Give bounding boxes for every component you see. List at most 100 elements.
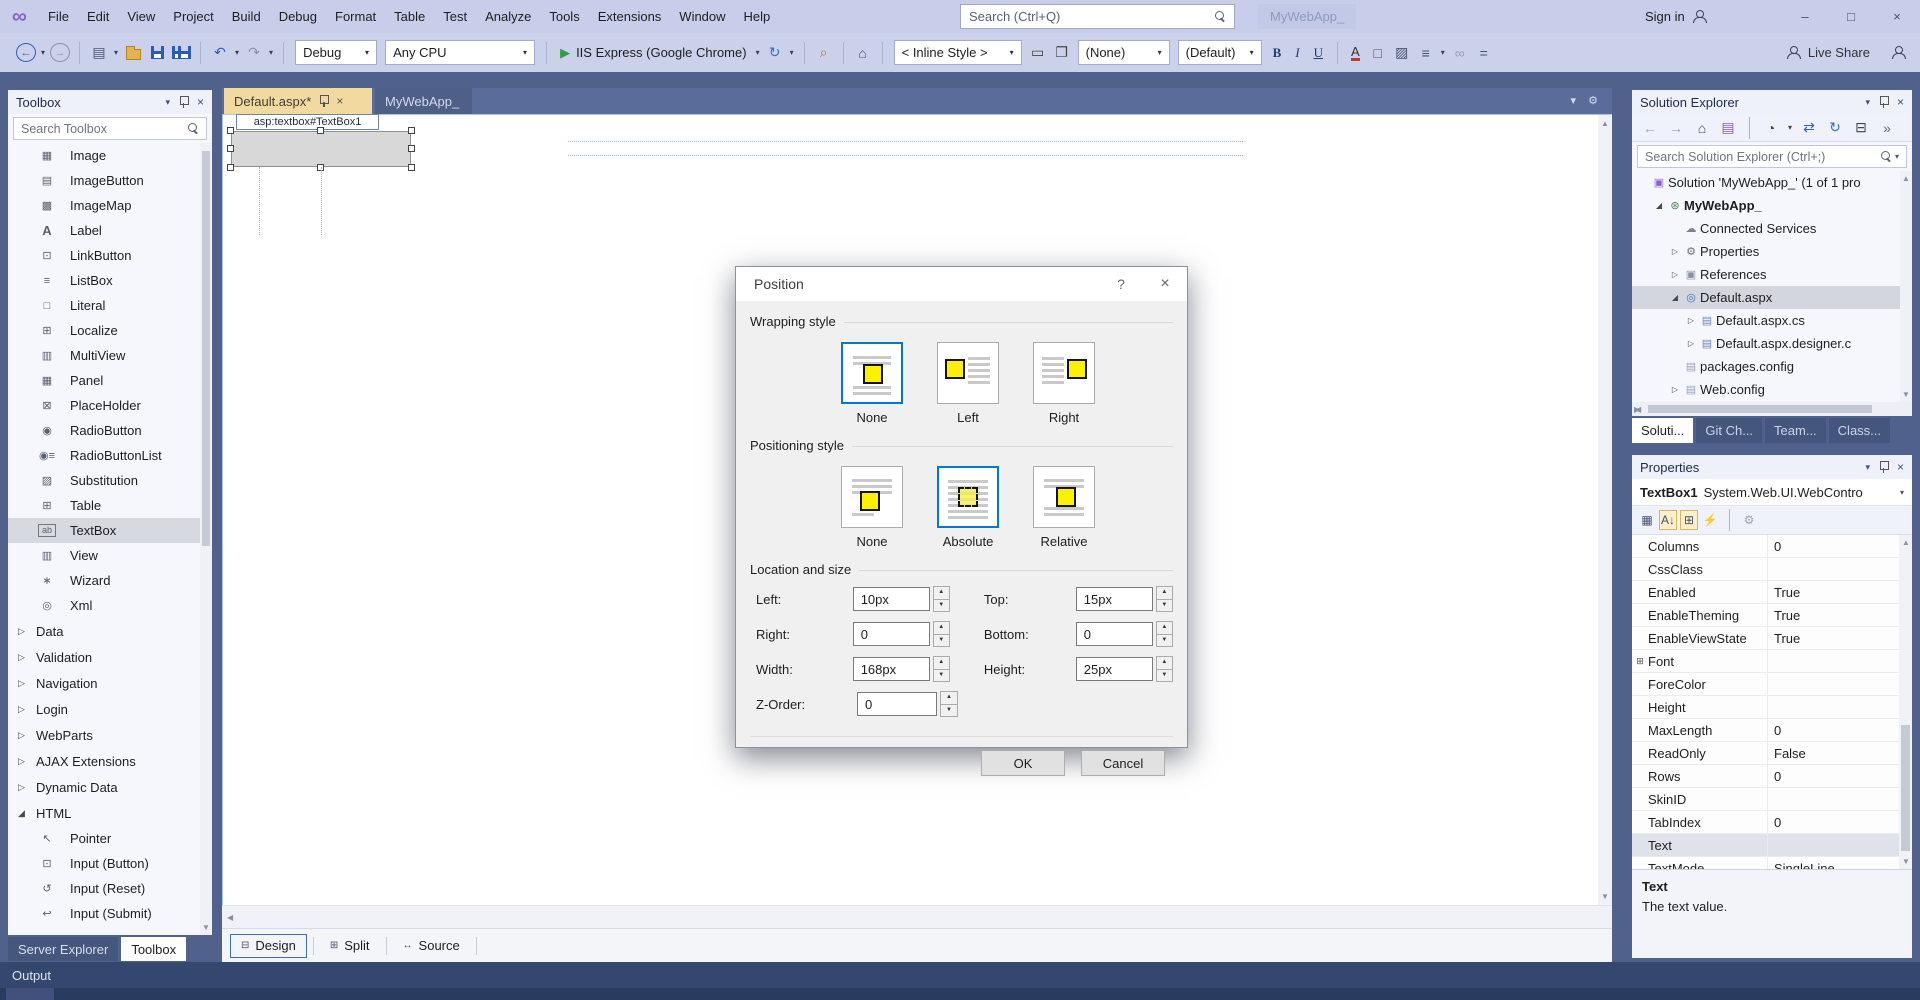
scroll-right-icon[interactable]: ▶	[1634, 405, 1909, 414]
scroll-down-icon[interactable]: ▼	[202, 923, 210, 932]
nav-forward-icon[interactable]: →	[50, 43, 70, 62]
toolbox-group-data[interactable]: ▷Data	[8, 618, 212, 644]
menu-extensions[interactable]: Extensions	[589, 0, 671, 33]
spin-up-icon[interactable]: ▲	[933, 656, 950, 670]
height-spinner[interactable]: ▲▼	[1156, 656, 1173, 682]
toolbox-item-input-button-[interactable]: ⊡Input (Button)	[8, 851, 212, 876]
spin-down-icon[interactable]: ▼	[1156, 670, 1173, 683]
abs-pos-tile[interactable]	[937, 466, 999, 528]
toolbox-item-imagebutton[interactable]: ▤ImageButton	[8, 168, 212, 193]
view-tab-split[interactable]: ⊞Split	[320, 934, 380, 958]
restore-button[interactable]: □	[1828, 0, 1874, 33]
toolbox-item-view[interactable]: ▥View	[8, 543, 212, 568]
chevron-collapsed-icon[interactable]: ▷	[1684, 339, 1698, 348]
option-absolute[interactable]: Absolute	[936, 466, 1000, 549]
toolbox-item-wizard[interactable]: ∗Wizard	[8, 568, 212, 593]
live-share-button[interactable]: Live Share	[1787, 33, 1870, 72]
scroll-up-icon[interactable]: ▲	[1601, 119, 1609, 128]
dock-tab-git-ch-[interactable]: Git Ch...	[1696, 418, 1762, 443]
zorder-spinner[interactable]: ▲▼	[940, 691, 958, 717]
chevron-expanded-icon[interactable]: ◢	[1668, 293, 1682, 302]
output-window-header[interactable]: Output	[0, 962, 1920, 988]
property-value[interactable]: True	[1767, 581, 1912, 603]
open-file-icon[interactable]	[123, 41, 143, 65]
spin-down-icon[interactable]: ▼	[933, 670, 950, 683]
toolbox-item-input-submit-[interactable]: ↩Input (Submit)	[8, 901, 212, 926]
chevron-collapsed-icon[interactable]: ▷	[1668, 247, 1682, 256]
menu-help[interactable]: Help	[735, 0, 780, 33]
font-size-combo[interactable]: (Default)▾	[1178, 40, 1262, 65]
property-row-columns[interactable]: Columns0	[1632, 535, 1912, 558]
spin-up-icon[interactable]: ▲	[940, 691, 958, 705]
bottom-spinner[interactable]: ▲▼	[1156, 621, 1173, 647]
tree-item-default-aspx[interactable]: ◢◎Default.aspx	[1632, 286, 1912, 309]
toolbox-item-label[interactable]: ALabel	[8, 218, 212, 243]
pin-icon[interactable]	[1879, 461, 1888, 473]
font-family-combo[interactable]: (None)▾	[1078, 40, 1170, 65]
spin-up-icon[interactable]: ▲	[1156, 586, 1173, 600]
menu-window[interactable]: Window	[670, 0, 734, 33]
menu-table[interactable]: Table	[385, 0, 434, 33]
tree-item-default-aspx-designer-c[interactable]: ▷▤Default.aspx.designer.c	[1632, 332, 1912, 355]
toolbox-item-imagemap[interactable]: ▩ImageMap	[8, 193, 212, 218]
view-tab-source[interactable]: ↔Source	[393, 934, 470, 958]
save-icon[interactable]	[147, 41, 167, 65]
toolbox-group-ajax-extensions[interactable]: ▷AJAX Extensions	[8, 748, 212, 774]
toolbox-item-textbox[interactable]: abTextBox	[8, 518, 212, 543]
menu-project[interactable]: Project	[164, 0, 222, 33]
spin-down-icon[interactable]: ▼	[933, 635, 950, 648]
none-pos-tile[interactable]	[841, 466, 903, 528]
save-all-icon[interactable]	[171, 41, 191, 65]
window-position-icon[interactable]: ▾	[1865, 97, 1870, 108]
toolbox-item-image[interactable]: ▦Image	[8, 143, 212, 168]
refresh-icon[interactable]: ↻	[1825, 116, 1845, 140]
platform-combo[interactable]: Any CPU▾	[385, 40, 535, 65]
left-input[interactable]: 10px	[853, 587, 930, 611]
tree-item-mywebapp[interactable]: ◢⊛MyWebApp_	[1632, 194, 1912, 217]
categorized-icon[interactable]: ▦	[1638, 510, 1656, 530]
property-row-forecolor[interactable]: ForeColor	[1632, 673, 1912, 696]
property-value[interactable]: 0	[1767, 719, 1912, 741]
feedback-button[interactable]	[1892, 33, 1906, 72]
tree-item-default-aspx-cs[interactable]: ▷▤Default.aspx.cs	[1632, 309, 1912, 332]
switch-views-icon[interactable]: ▤	[1718, 116, 1738, 140]
css-style-combo[interactable]: < Inline Style >▾	[894, 40, 1022, 65]
spin-up-icon[interactable]: ▲	[1156, 656, 1173, 670]
property-value[interactable]: True	[1767, 627, 1912, 649]
underline-button[interactable]: U	[1314, 45, 1323, 61]
toolbox-item-input-reset-[interactable]: ↺Input (Reset)	[8, 876, 212, 901]
dock-tab-class-[interactable]: Class...	[1829, 418, 1890, 443]
right-input[interactable]: 0	[853, 622, 930, 646]
font-color-button[interactable]: A	[1351, 45, 1360, 61]
dropdown-caret-icon[interactable]: ▾	[235, 48, 239, 57]
browser-home-icon[interactable]: ⌂	[853, 41, 873, 65]
chevron-expanded-icon[interactable]: ◢	[1652, 201, 1666, 210]
property-row-enableviewstate[interactable]: EnableViewStateTrue	[1632, 627, 1912, 650]
toolbox-item-literal[interactable]: □Literal	[8, 293, 212, 318]
sign-in-button[interactable]: Sign in	[1645, 0, 1707, 33]
dropdown-caret-icon[interactable]: ▾	[41, 48, 45, 57]
new-file-icon[interactable]: ▤	[89, 41, 109, 65]
scroll-down-icon[interactable]: ▼	[1601, 892, 1609, 901]
property-row-textmode[interactable]: TextModeSingleLine	[1632, 857, 1912, 869]
tree-item-web-config[interactable]: ▷▤Web.config	[1632, 378, 1912, 401]
menu-test[interactable]: Test	[434, 0, 476, 33]
toolbox-item-panel[interactable]: ▦Panel	[8, 368, 212, 393]
redo-icon[interactable]: ↷	[244, 41, 264, 65]
option-relative[interactable]: Relative	[1032, 466, 1096, 549]
dock-tab-soluti-[interactable]: Soluti...	[1632, 418, 1693, 443]
pin-icon[interactable]	[179, 96, 188, 108]
quick-search-input[interactable]: Search (Ctrl+Q)	[960, 4, 1235, 29]
properties-pages-icon[interactable]: ⊞	[1680, 510, 1698, 530]
editor-vertical-scrollbar[interactable]: ▲ ▼	[1598, 115, 1612, 905]
property-row-height[interactable]: Height	[1632, 696, 1912, 719]
spin-down-icon[interactable]: ▼	[940, 705, 958, 718]
alphabetical-icon[interactable]: A↓	[1659, 510, 1677, 530]
dock-tab-toolbox[interactable]: Toolbox	[121, 937, 186, 961]
pin-icon[interactable]	[1879, 96, 1888, 108]
italic-button[interactable]: I	[1295, 45, 1299, 61]
ok-button[interactable]: OK	[981, 750, 1065, 776]
right-spinner[interactable]: ▲▼	[933, 621, 950, 647]
menu-build[interactable]: Build	[223, 0, 270, 33]
toolbox-item-linkbutton[interactable]: ⊡LinkButton	[8, 243, 212, 268]
